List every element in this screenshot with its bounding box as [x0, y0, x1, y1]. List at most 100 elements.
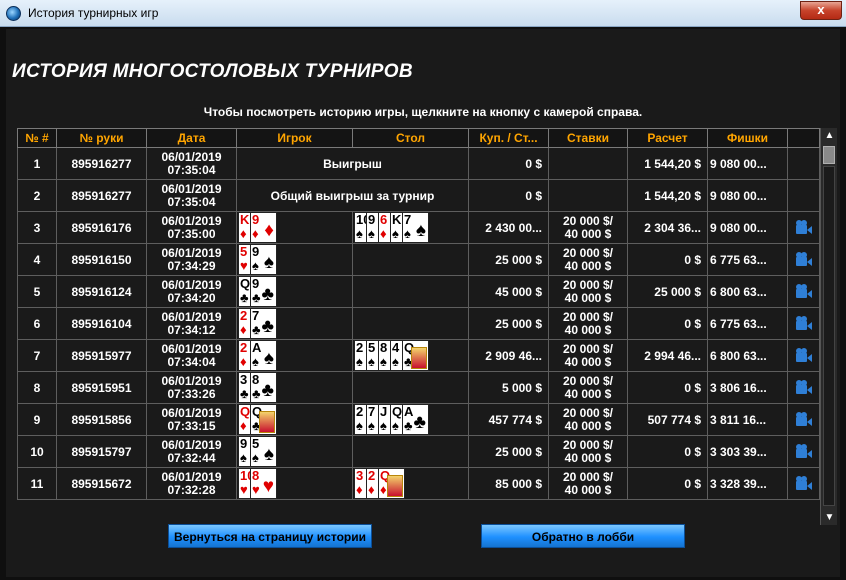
- cell-number: 6: [17, 307, 57, 340]
- cell-number: 10: [17, 435, 57, 468]
- camera-icon[interactable]: [795, 379, 813, 396]
- card-suit-icon: ♣: [240, 386, 249, 401]
- cell-replay[interactable]: [787, 307, 820, 340]
- date-value: 06/01/2019: [161, 213, 222, 228]
- vertical-scrollbar[interactable]: ▲ ▼: [820, 128, 837, 525]
- cell-chips: 3 806 16...: [707, 371, 788, 404]
- table-row[interactable]: 1 895916277 06/01/2019 07:35:04 Выигрыш 0 $1 …: [17, 147, 820, 180]
- column-header[interactable]: № руки: [56, 128, 147, 148]
- camera-icon[interactable]: [795, 411, 813, 428]
- cell-chips: 3 303 39...: [707, 435, 788, 468]
- cell-number: 8: [17, 371, 57, 404]
- cell-replay[interactable]: [787, 371, 820, 404]
- date-value: 06/01/2019: [161, 181, 222, 196]
- column-header[interactable]: Ставки: [548, 128, 628, 148]
- scroll-thumb[interactable]: [823, 146, 835, 164]
- main-panel: ИСТОРИЯ МНОГОСТОЛОВЫХ ТУРНИРОВ Чтобы пос…: [6, 29, 840, 577]
- time-value: 07:32:28: [167, 482, 216, 497]
- card-rank: Q: [392, 404, 403, 419]
- table-row[interactable]: 10 895915797 06/01/2019 07:32:44 9 ♠ 5 ♠ ♠ 25 000…: [17, 435, 820, 468]
- column-header[interactable]: № #: [17, 128, 57, 148]
- card-rank: 2: [368, 468, 376, 483]
- table-row[interactable]: 4 895916150 06/01/2019 07:34:29 5 ♥ 9 ♠ ♠ 25 000 …: [17, 243, 820, 276]
- camera-icon[interactable]: [795, 475, 813, 492]
- cell-buyin: 85 000 $: [468, 467, 549, 500]
- column-header[interactable]: Расчет: [627, 128, 708, 148]
- cell-bets: 20 000 $/40 000 $: [548, 435, 628, 468]
- table-row[interactable]: 389591617606/01/201907:35:00K♦9♦♦10♠9♠6♦…: [17, 211, 820, 244]
- cell-replay[interactable]: [787, 211, 820, 244]
- cell-table-cards: [352, 371, 469, 404]
- camera-icon[interactable]: [795, 283, 813, 300]
- card-suit-icon: ♣: [404, 418, 413, 433]
- card-suit-icon: ♦: [240, 322, 247, 337]
- camera-icon[interactable]: [795, 251, 813, 268]
- scroll-up-icon[interactable]: ▲: [821, 128, 838, 143]
- cell-replay[interactable]: [787, 339, 820, 372]
- column-header[interactable]: Дата: [146, 128, 237, 148]
- cell-replay: [787, 179, 820, 212]
- camera-icon[interactable]: [795, 443, 813, 460]
- camera-icon[interactable]: [795, 315, 813, 332]
- cell-buyin: 0 $: [468, 179, 549, 212]
- cell-bets: [548, 147, 628, 180]
- cell-table-cards-cards: [354, 245, 468, 275]
- card-rank: K: [240, 212, 250, 227]
- column-header[interactable]: Стол: [352, 128, 469, 148]
- table-row[interactable]: 2 895916277 06/01/2019 07:35:04 Общий выигры…: [17, 179, 820, 212]
- back-to-lobby-button[interactable]: Обратно в лобби: [481, 524, 685, 548]
- card-suit-icon: ♠: [252, 354, 259, 369]
- cell-replay[interactable]: [787, 435, 820, 468]
- cell-replay: [787, 147, 820, 180]
- back-to-history-button[interactable]: Вернуться на страницу истории: [168, 524, 372, 548]
- card-suit-icon: ♦: [240, 226, 247, 241]
- playing-card: 7 ♠ ♠: [402, 212, 429, 243]
- cell-buyin: 457 774 $: [468, 403, 549, 436]
- cell-replay[interactable]: [787, 243, 820, 276]
- column-header[interactable]: Куп. / Ст...: [468, 128, 549, 148]
- table-row[interactable]: 5 895916124 06/01/2019 07:34:20 Q ♣ 9 ♣ ♣ 45 000 …: [17, 275, 820, 308]
- cell-replay[interactable]: [787, 467, 820, 500]
- date-value: 06/01/2019: [161, 245, 222, 260]
- table-header: № # № руки Дата Игрок Стол Куп. / Ст... Ставки…: [17, 128, 820, 148]
- cell-bets: 20 000 $/40 000 $: [548, 467, 628, 500]
- time-value: 07:34:12: [167, 322, 216, 337]
- cell-date: 06/01/2019 07:32:44: [146, 435, 237, 468]
- card-suit-icon: ♦: [356, 482, 363, 497]
- cell-hand-id: 895916277: [56, 147, 147, 180]
- scroll-track[interactable]: [823, 166, 835, 506]
- cell-hand-id: 895915672: [56, 467, 147, 500]
- card-rank: 9: [368, 212, 376, 227]
- cell-table-cards-cards: [354, 437, 468, 467]
- camera-icon[interactable]: [795, 347, 813, 364]
- playing-card: 9 ♦ ♦: [250, 212, 277, 243]
- table-row[interactable]: 7 895915977 06/01/2019 07:34:04 2 ♦ A ♠ ♠ 2 ♠ 5 ♠ 8 ♠ 4…: [17, 339, 820, 372]
- cell-settlement: 2 304 36...: [627, 211, 708, 244]
- camera-icon[interactable]: [795, 219, 813, 236]
- table-row[interactable]: 9 895915856 06/01/2019 07:33:15 Q ♦ Q ♣ 2 ♠ 7 ♠ J ♠ Q ♠…: [17, 403, 820, 436]
- table-row[interactable]: 8 895915951 06/01/2019 07:33:26 3 ♣ 8 ♣ ♣ 5 000 $…: [17, 371, 820, 404]
- cell-date: 06/01/2019 07:33:15: [146, 403, 237, 436]
- cell-table-cards-cards: 10♠9♠6♦K♠7♠♠: [354, 212, 468, 243]
- card-suit-icon: ♠: [380, 354, 387, 369]
- table-row[interactable]: 6 895916104 06/01/2019 07:34:12 2 ♦ 7 ♣ ♣ 25 000 …: [17, 307, 820, 340]
- card-suit-icon: ♠: [356, 226, 363, 241]
- cell-player-cards: 9 ♠ 5 ♠ ♠: [236, 435, 353, 468]
- scroll-down-icon[interactable]: ▼: [821, 510, 838, 525]
- cell-table-cards: 3 ♦ 2 ♦ Q ♦: [352, 467, 469, 500]
- cell-bets: 20 000 $/40 000 $: [548, 339, 628, 372]
- playing-card: 8 ♥ ♥: [250, 468, 277, 499]
- cell-replay[interactable]: [787, 403, 820, 436]
- card-suit-icon: ♠: [404, 226, 411, 241]
- column-header[interactable]: Игрок: [236, 128, 353, 148]
- close-button[interactable]: x: [800, 1, 842, 20]
- column-header[interactable]: Фишки: [707, 128, 788, 148]
- table-row[interactable]: 1189591567206/01/201907:32:2810♥8♥♥3♦2♦Q…: [17, 467, 820, 500]
- card-suit-icon: ♠: [392, 418, 399, 433]
- bets-line-2: 40 000 $: [564, 258, 612, 273]
- cell-replay[interactable]: [787, 275, 820, 308]
- cell-number: 5: [17, 275, 57, 308]
- cell-player-cards: Q ♦ Q ♣: [236, 403, 353, 436]
- cell-table-cards-cards: 2 ♠ 7 ♠ J ♠ Q ♠ A ♣ ♣: [354, 404, 468, 435]
- bets-line-1: 20 000 $/: [562, 373, 614, 388]
